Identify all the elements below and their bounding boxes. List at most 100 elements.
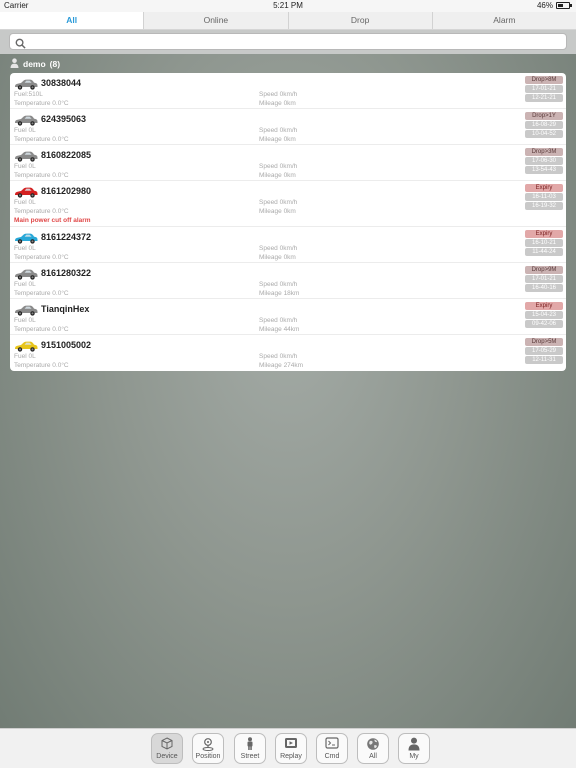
status-badge: Expiry: [525, 302, 563, 310]
status-badges: Expiry 15-04-23 09-42-06: [525, 302, 563, 329]
last-date-badge: 17-05-29: [525, 347, 563, 355]
speed-label: Speed 0km/h: [259, 353, 298, 360]
bottom-toolbar: Device Position Street Replay Cmd All My: [0, 728, 576, 768]
status-badges: Drop>5M 17-05-29 12-11-31: [525, 338, 563, 365]
device-list: 30838044 Fuel:510L Temperature 0.0°C Spe…: [10, 73, 566, 371]
status-badges: Drop>8M 17-01-21 12-21-21: [525, 76, 563, 103]
tab-online[interactable]: Online: [144, 12, 289, 29]
last-time-badge: 11-44-24: [525, 248, 563, 256]
device-name: TianqinHex: [41, 304, 90, 314]
mileage-label: Mileage 0km: [259, 208, 296, 215]
mileage-label: Mileage 0km: [259, 100, 296, 107]
toolbar-button-label: Replay: [280, 753, 302, 760]
status-badge: Expiry: [525, 184, 563, 192]
toolbar-button-label: All: [369, 753, 377, 760]
temperature-label: Temperature 0.0°C: [14, 100, 69, 107]
last-date-badge: 16-11-03: [525, 193, 563, 201]
toolbar-replay-button[interactable]: Replay: [275, 733, 307, 764]
fuel-label: Fuel 0L: [14, 353, 36, 360]
status-bar: Carrier 5:21 PM 46%: [0, 0, 576, 12]
search-bar: [0, 30, 576, 54]
last-time-badge: 10-04-52: [525, 130, 563, 138]
globe-icon: [358, 737, 388, 751]
last-time-badge: 12-21-21: [525, 94, 563, 102]
fuel-label: Fuel:510L: [14, 91, 43, 98]
last-date-badge: 15-04-23: [525, 311, 563, 319]
mileage-label: Mileage 274km: [259, 362, 304, 369]
command-icon: [317, 737, 347, 751]
speed-label: Speed 0km/h: [259, 91, 298, 98]
fuel-label: Fuel 0L: [14, 127, 36, 134]
group-header[interactable]: demo (8): [10, 58, 60, 70]
toolbar-cmd-button[interactable]: Cmd: [316, 733, 348, 764]
mileage-label: Mileage 44km: [259, 326, 300, 333]
device-row-1[interactable]: 624395063 Fuel 0L Temperature 0.0°C Spee…: [10, 109, 566, 145]
device-row-7[interactable]: 9151005002 Fuel 0L Temperature 0.0°C Spe…: [10, 335, 566, 371]
device-row-5[interactable]: 8161280322 Fuel 0L Temperature 0.0°C Spe…: [10, 263, 566, 299]
toolbar-device-button[interactable]: Device: [151, 733, 183, 764]
group-person-icon: [10, 58, 19, 70]
toolbar-button-label: Cmd: [324, 753, 340, 760]
fuel-label: Fuel 0L: [14, 199, 36, 206]
status-badges: Expiry 16-10-21 11-44-24: [525, 230, 563, 257]
tab-all[interactable]: All: [0, 12, 145, 29]
tab-alarm[interactable]: Alarm: [432, 12, 576, 29]
battery-indicator: 46%: [537, 1, 572, 10]
fuel-label: Fuel 0L: [14, 281, 36, 288]
status-badges: Drop>3M 17-06-30 13-54-43: [525, 148, 563, 175]
status-badges: Expiry 16-11-03 16-19-32: [525, 184, 563, 211]
search-input[interactable]: [30, 35, 560, 48]
device-row-0[interactable]: 30838044 Fuel:510L Temperature 0.0°C Spe…: [10, 73, 566, 109]
status-badge: Drop>3M: [525, 148, 563, 156]
search-icon: [15, 36, 26, 54]
replay-icon: [276, 737, 306, 751]
last-time-badge: 09-42-06: [525, 320, 563, 328]
last-time-badge: 16-19-32: [525, 202, 563, 210]
status-badges: Drop>9M 17-01-21 16-40-16: [525, 266, 563, 293]
toolbar-street-button[interactable]: Street: [234, 733, 266, 764]
device-name: 8161224372: [41, 232, 92, 242]
temperature-label: Temperature 0.0°C: [14, 208, 69, 215]
status-badge: Drop>5M: [525, 338, 563, 346]
temperature-label: Temperature 0.0°C: [14, 136, 69, 143]
temperature-label: Temperature 0.0°C: [14, 290, 69, 297]
alarm-text: Main power cut off alarm: [14, 217, 91, 224]
speed-label: Speed 0km/h: [259, 199, 298, 206]
speed-label: Speed 0km/h: [259, 163, 298, 170]
fuel-label: Fuel 0L: [14, 317, 36, 324]
map-pin-icon: [193, 737, 223, 751]
toolbar-button-label: My: [409, 753, 419, 760]
mileage-label: Mileage 18km: [259, 290, 300, 297]
status-badge: Expiry: [525, 230, 563, 238]
last-time-badge: 12-11-31: [525, 356, 563, 364]
status-badge: Drop>8M: [525, 76, 563, 84]
device-row-4[interactable]: 8161224372 Fuel 0L Temperature 0.0°C Spe…: [10, 227, 566, 263]
speed-label: Speed 0km/h: [259, 281, 298, 288]
toolbar-my-button[interactable]: My: [398, 733, 430, 764]
tab-drop[interactable]: Drop: [288, 12, 433, 29]
device-row-3[interactable]: 8161202980 Fuel 0L Temperature 0.0°C Spe…: [10, 181, 566, 227]
clock: 5:21 PM: [273, 1, 303, 10]
group-name: demo: [23, 59, 46, 69]
last-date-badge: 17-01-21: [525, 275, 563, 283]
search-box[interactable]: [9, 33, 567, 50]
status-badge: Drop>9M: [525, 266, 563, 274]
toolbar-all-button[interactable]: All: [357, 733, 389, 764]
toolbar-button-label: Device: [156, 753, 178, 760]
toolbar-position-button[interactable]: Position: [192, 733, 224, 764]
mileage-label: Mileage 0km: [259, 254, 296, 261]
temperature-label: Temperature 0.0°C: [14, 172, 69, 179]
last-time-badge: 16-40-16: [525, 284, 563, 292]
speed-label: Speed 0km/h: [259, 127, 298, 134]
user-icon: [399, 737, 429, 751]
last-date-badge: 16-10-21: [525, 239, 563, 247]
battery-icon: [556, 2, 572, 9]
speed-label: Speed 0km/h: [259, 317, 298, 324]
toolbar-button-label: Street: [240, 753, 260, 760]
device-name: 8161202980: [41, 186, 92, 196]
device-row-6[interactable]: TianqinHex Fuel 0L Temperature 0.0°C Spe…: [10, 299, 566, 335]
last-date-badge: 17-06-30: [525, 157, 563, 165]
device-row-2[interactable]: 8160822085 Fuel 0L Temperature 0.0°C Spe…: [10, 145, 566, 181]
filter-tabs: All Online Drop Alarm: [0, 12, 576, 30]
status-badge: Drop>1Y: [525, 112, 563, 120]
